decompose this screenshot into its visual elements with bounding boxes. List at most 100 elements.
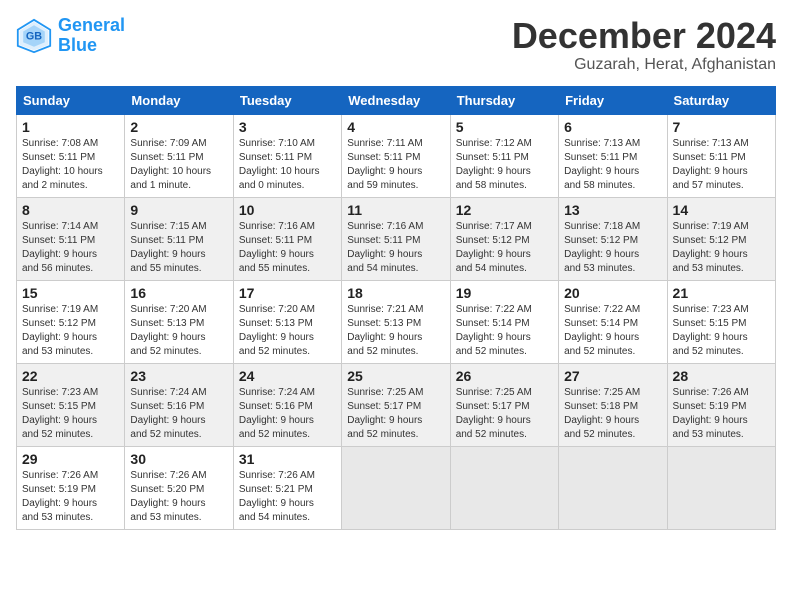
calendar-cell: 1Sunrise: 7:08 AM Sunset: 5:11 PM Daylig… — [17, 114, 125, 197]
day-number: 27 — [564, 368, 661, 384]
day-info: Sunrise: 7:18 AM Sunset: 5:12 PM Dayligh… — [564, 220, 661, 276]
header-day-thursday: Thursday — [450, 86, 558, 114]
day-info: Sunrise: 7:25 AM Sunset: 5:17 PM Dayligh… — [456, 386, 553, 442]
location-title: Guzarah, Herat, Afghanistan — [512, 56, 776, 74]
calendar-cell — [342, 446, 450, 529]
day-info: Sunrise: 7:25 AM Sunset: 5:18 PM Dayligh… — [564, 386, 661, 442]
day-info: Sunrise: 7:09 AM Sunset: 5:11 PM Dayligh… — [130, 137, 227, 193]
day-number: 24 — [239, 368, 336, 384]
day-number: 10 — [239, 202, 336, 218]
day-number: 13 — [564, 202, 661, 218]
day-info: Sunrise: 7:13 AM Sunset: 5:11 PM Dayligh… — [673, 137, 770, 193]
calendar-cell — [450, 446, 558, 529]
header-day-monday: Monday — [125, 86, 233, 114]
day-info: Sunrise: 7:10 AM Sunset: 5:11 PM Dayligh… — [239, 137, 336, 193]
day-number: 25 — [347, 368, 444, 384]
day-number: 2 — [130, 119, 227, 135]
calendar-cell: 18Sunrise: 7:21 AM Sunset: 5:13 PM Dayli… — [342, 280, 450, 363]
day-info: Sunrise: 7:24 AM Sunset: 5:16 PM Dayligh… — [239, 386, 336, 442]
calendar-table: SundayMondayTuesdayWednesdayThursdayFrid… — [16, 86, 776, 530]
logo-icon: GB — [16, 18, 52, 54]
calendar-cell: 23Sunrise: 7:24 AM Sunset: 5:16 PM Dayli… — [125, 363, 233, 446]
calendar-cell: 17Sunrise: 7:20 AM Sunset: 5:13 PM Dayli… — [233, 280, 341, 363]
week-row-5: 29 Sunrise: 7:26 AM Sunset: 5:19 PM Dayli… — [17, 446, 776, 529]
day-info: Sunrise: 7:13 AM Sunset: 5:11 PM Dayligh… — [564, 137, 661, 193]
calendar-cell: 22 Sunrise: 7:23 AM Sunset: 5:15 PM Dayli… — [17, 363, 125, 446]
day-number: 6 — [564, 119, 661, 135]
day-number: 30 — [130, 451, 227, 467]
day-number: 16 — [130, 285, 227, 301]
calendar-cell: 15 Sunrise: 7:19 AM Sunset: 5:12 PM Dayli… — [17, 280, 125, 363]
header-day-tuesday: Tuesday — [233, 86, 341, 114]
day-number: 21 — [673, 285, 770, 301]
day-info: Sunrise: 7:08 AM Sunset: 5:11 PM Dayligh… — [22, 137, 119, 193]
calendar-cell: 19Sunrise: 7:22 AM Sunset: 5:14 PM Dayli… — [450, 280, 558, 363]
day-info: Sunrise: 7:25 AM Sunset: 5:17 PM Dayligh… — [347, 386, 444, 442]
day-number: 28 — [673, 368, 770, 384]
calendar-cell: 14 Sunrise: 7:19 AM Sunset: 5:12 PM Dayli… — [667, 197, 775, 280]
calendar-cell: 13 Sunrise: 7:18 AM Sunset: 5:12 PM Dayli… — [559, 197, 667, 280]
day-info: Sunrise: 7:16 AM Sunset: 5:11 PM Dayligh… — [347, 220, 444, 276]
day-number: 3 — [239, 119, 336, 135]
page-header: GB General Blue December 2024 Guzarah, H… — [16, 16, 776, 74]
calendar-cell: 6 Sunrise: 7:13 AM Sunset: 5:11 PM Daylig… — [559, 114, 667, 197]
logo: GB General Blue — [16, 16, 125, 56]
calendar-cell: 2 Sunrise: 7:09 AM Sunset: 5:11 PM Daylig… — [125, 114, 233, 197]
calendar-cell: 3 Sunrise: 7:10 AM Sunset: 5:11 PM Daylig… — [233, 114, 341, 197]
week-row-1: 1Sunrise: 7:08 AM Sunset: 5:11 PM Daylig… — [17, 114, 776, 197]
calendar-cell: 7 Sunrise: 7:13 AM Sunset: 5:11 PM Daylig… — [667, 114, 775, 197]
day-info: Sunrise: 7:23 AM Sunset: 5:15 PM Dayligh… — [673, 303, 770, 359]
calendar-cell: 11Sunrise: 7:16 AM Sunset: 5:11 PM Dayli… — [342, 197, 450, 280]
day-info: Sunrise: 7:26 AM Sunset: 5:19 PM Dayligh… — [22, 469, 119, 525]
calendar-cell: 16 Sunrise: 7:20 AM Sunset: 5:13 PM Dayli… — [125, 280, 233, 363]
day-info: Sunrise: 7:26 AM Sunset: 5:19 PM Dayligh… — [673, 386, 770, 442]
day-info: Sunrise: 7:26 AM Sunset: 5:21 PM Dayligh… — [239, 469, 336, 525]
calendar-cell: 12 Sunrise: 7:17 AM Sunset: 5:12 PM Dayli… — [450, 197, 558, 280]
calendar-cell: 29 Sunrise: 7:26 AM Sunset: 5:19 PM Dayli… — [17, 446, 125, 529]
calendar-cell: 27 Sunrise: 7:25 AM Sunset: 5:18 PM Dayli… — [559, 363, 667, 446]
calendar-cell — [667, 446, 775, 529]
calendar-cell: 25 Sunrise: 7:25 AM Sunset: 5:17 PM Dayli… — [342, 363, 450, 446]
day-info: Sunrise: 7:11 AM Sunset: 5:11 PM Dayligh… — [347, 137, 444, 193]
day-info: Sunrise: 7:17 AM Sunset: 5:12 PM Dayligh… — [456, 220, 553, 276]
header-day-wednesday: Wednesday — [342, 86, 450, 114]
calendar-cell: 20 Sunrise: 7:22 AM Sunset: 5:14 PM Dayli… — [559, 280, 667, 363]
day-number: 18 — [347, 285, 444, 301]
day-info: Sunrise: 7:23 AM Sunset: 5:15 PM Dayligh… — [22, 386, 119, 442]
day-number: 14 — [673, 202, 770, 218]
day-number: 7 — [673, 119, 770, 135]
week-row-4: 22 Sunrise: 7:23 AM Sunset: 5:15 PM Dayli… — [17, 363, 776, 446]
header-day-friday: Friday — [559, 86, 667, 114]
day-info: Sunrise: 7:19 AM Sunset: 5:12 PM Dayligh… — [673, 220, 770, 276]
week-row-2: 8 Sunrise: 7:14 AM Sunset: 5:11 PM Daylig… — [17, 197, 776, 280]
day-number: 31 — [239, 451, 336, 467]
day-number: 22 — [22, 368, 119, 384]
day-number: 15 — [22, 285, 119, 301]
day-number: 23 — [130, 368, 227, 384]
day-info: Sunrise: 7:20 AM Sunset: 5:13 PM Dayligh… — [130, 303, 227, 359]
day-number: 9 — [130, 202, 227, 218]
calendar-cell: 10 Sunrise: 7:16 AM Sunset: 5:11 PM Dayli… — [233, 197, 341, 280]
day-number: 5 — [456, 119, 553, 135]
day-number: 20 — [564, 285, 661, 301]
header-day-saturday: Saturday — [667, 86, 775, 114]
day-number: 8 — [22, 202, 119, 218]
week-row-3: 15 Sunrise: 7:19 AM Sunset: 5:12 PM Dayli… — [17, 280, 776, 363]
day-number: 26 — [456, 368, 553, 384]
calendar-cell: 8 Sunrise: 7:14 AM Sunset: 5:11 PM Daylig… — [17, 197, 125, 280]
day-info: Sunrise: 7:14 AM Sunset: 5:11 PM Dayligh… — [22, 220, 119, 276]
calendar-cell: 26 Sunrise: 7:25 AM Sunset: 5:17 PM Dayli… — [450, 363, 558, 446]
calendar-cell — [559, 446, 667, 529]
day-number: 12 — [456, 202, 553, 218]
day-number: 4 — [347, 119, 444, 135]
day-info: Sunrise: 7:19 AM Sunset: 5:12 PM Dayligh… — [22, 303, 119, 359]
calendar-cell: 5Sunrise: 7:12 AM Sunset: 5:11 PM Daylig… — [450, 114, 558, 197]
header-day-sunday: Sunday — [17, 86, 125, 114]
month-title: December 2024 — [512, 16, 776, 56]
calendar-cell: 24 Sunrise: 7:24 AM Sunset: 5:16 PM Dayli… — [233, 363, 341, 446]
day-number: 19 — [456, 285, 553, 301]
day-info: Sunrise: 7:22 AM Sunset: 5:14 PM Dayligh… — [564, 303, 661, 359]
day-number: 29 — [22, 451, 119, 467]
day-info: Sunrise: 7:16 AM Sunset: 5:11 PM Dayligh… — [239, 220, 336, 276]
calendar-cell: 31 Sunrise: 7:26 AM Sunset: 5:21 PM Dayli… — [233, 446, 341, 529]
